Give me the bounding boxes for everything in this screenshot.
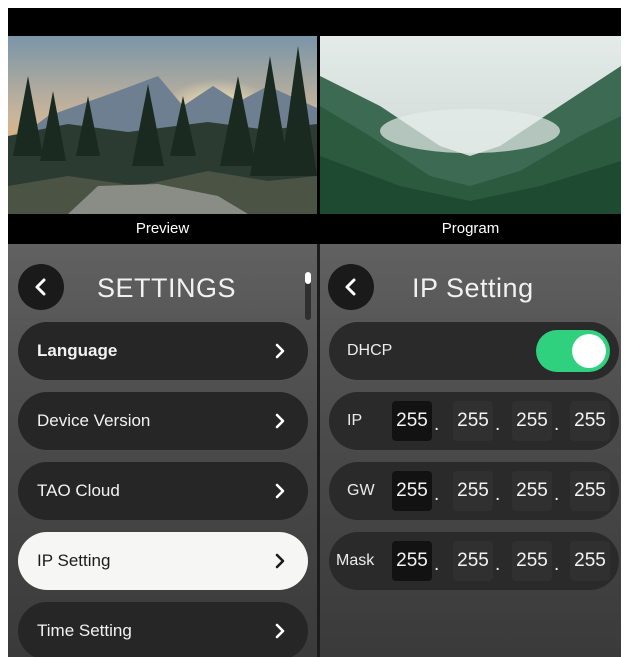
octet-separator: . [434,484,440,505]
gw-octet-1[interactable]: 255 [392,471,432,511]
preview-label: Preview [135,220,190,237]
dhcp-row: DHCP [329,322,619,380]
octet-separator: . [434,414,440,435]
menu-item-time-setting[interactable]: Time Setting [18,602,308,657]
ip-setting-back-button[interactable] [328,264,374,310]
menu-item-device-version[interactable]: Device Version [18,392,308,450]
menu-item-label: Language [37,341,118,360]
menu-item-label: Device Version [37,411,151,430]
gw-label: GW [347,482,375,499]
octet-separator: . [495,414,501,435]
preview-monitor-image [8,36,317,214]
settings-panel: SETTINGS Language Device Version TAO Clo… [8,244,317,657]
chevron-right-icon [275,343,285,359]
ip-label: IP [347,412,363,429]
ip-row: IP 255 . 255 . 255 . 255 [329,392,619,450]
octet-separator: . [554,414,560,435]
mask-octet-2[interactable]: 255 [453,541,493,581]
dhcp-label: DHCP [347,342,393,359]
octet-separator: . [554,484,560,505]
chevron-right-icon [275,623,285,639]
program-monitor-image [320,36,621,214]
octet-separator: . [495,484,501,505]
octet-separator: . [495,554,501,575]
settings-title: SETTINGS [97,273,237,303]
monitor-area: Preview Program [8,8,621,244]
menu-item-label: IP Setting [37,551,111,570]
gw-row: GW 255 . 255 . 255 . 255 [329,462,619,520]
chevron-right-icon [275,413,285,429]
gw-octet-4[interactable]: 255 [570,471,610,511]
dhcp-toggle[interactable] [536,330,610,372]
chevron-left-icon [35,278,46,296]
program-label: Program [441,220,500,237]
menu-item-label: Time Setting [37,621,132,640]
menu-item-language[interactable]: Language [18,322,308,380]
ip-setting-title: IP Setting [412,273,534,303]
mask-octet-1[interactable]: 255 [392,541,432,581]
chevron-right-icon [275,483,285,499]
menu-item-ip-setting[interactable]: IP Setting [18,532,308,590]
mask-row: Mask 255 . 255 . 255 . 255 [329,532,619,590]
ip-octet-3[interactable]: 255 [512,401,552,441]
ip-octet-2[interactable]: 255 [453,401,493,441]
ip-octet-1[interactable]: 255 [392,401,432,441]
mask-label: Mask [336,552,375,569]
menu-item-tao-cloud[interactable]: TAO Cloud [18,462,308,520]
mask-octet-3[interactable]: 255 [512,541,552,581]
ip-octet-4[interactable]: 255 [570,401,610,441]
octet-separator: . [434,554,440,575]
toggle-knob [572,334,606,368]
settings-back-button[interactable] [18,264,64,310]
octet-separator: . [554,554,560,575]
gw-octet-3[interactable]: 255 [512,471,552,511]
mask-octet-4[interactable]: 255 [570,541,610,581]
ip-setting-panel: IP Setting DHCP IP 255 . 255 . 255 . 255… [320,244,621,657]
gw-octet-2[interactable]: 255 [453,471,493,511]
device-screen: Preview Program SETTINGS Language Device… [8,8,621,657]
menu-item-label: TAO Cloud [37,481,120,500]
chevron-left-icon [345,278,356,296]
settings-scrollbar-thumb[interactable] [305,272,311,284]
chevron-right-icon [275,553,285,569]
